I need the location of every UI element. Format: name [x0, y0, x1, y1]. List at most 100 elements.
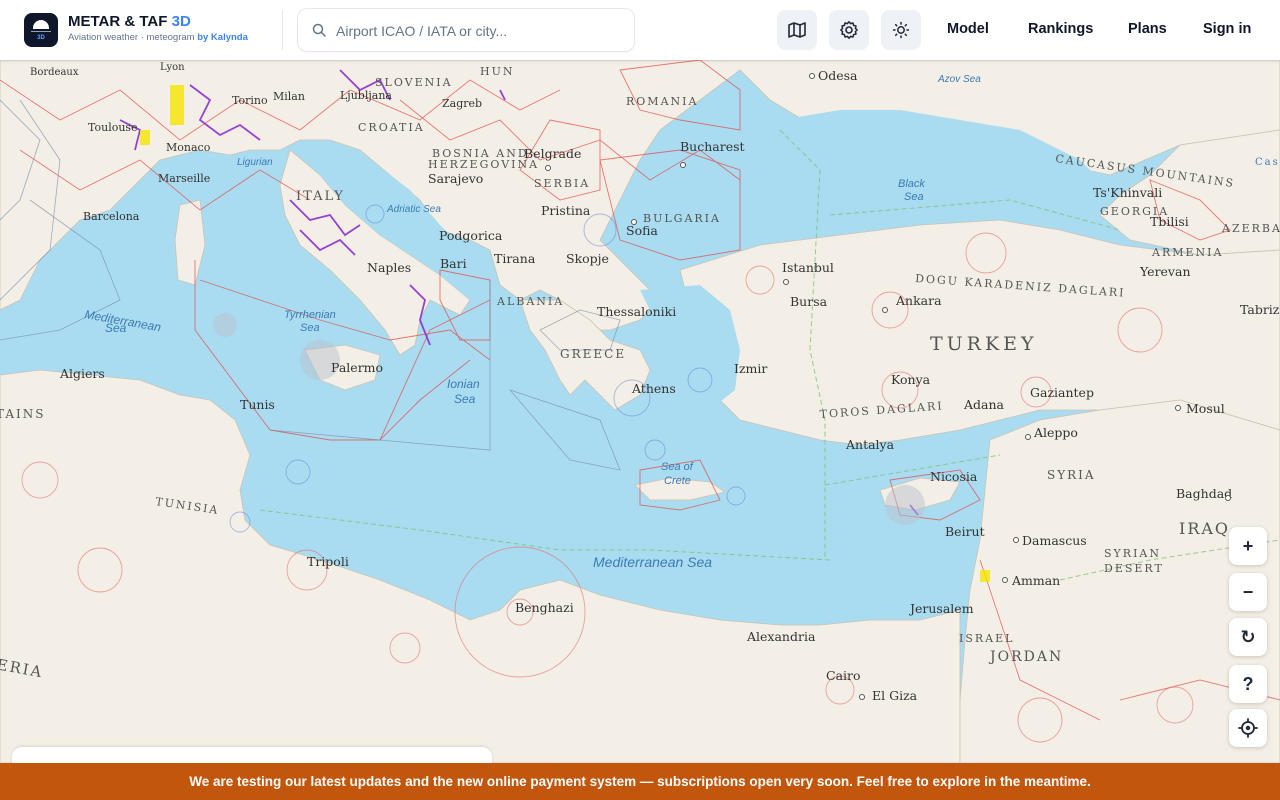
country-israel: ISRAEL — [959, 632, 1014, 645]
city-bursa: Bursa — [790, 294, 828, 309]
city-yerevan: Yerevan — [1139, 264, 1191, 279]
country-serbia: SERBIA — [534, 177, 590, 190]
city-antalya: Antalya — [845, 437, 895, 452]
map-icon — [788, 22, 806, 38]
city-jerusalem: Jerusalem — [908, 601, 974, 616]
theme-toggle-button[interactable] — [881, 10, 921, 50]
country-bosnia-2: HERZEGOVINA — [428, 158, 539, 171]
city-milan: Milan — [273, 90, 305, 103]
app-subtitle: Aviation weather · meteogram by Kalynda — [68, 32, 248, 43]
app-logo[interactable]: 3D — [24, 13, 58, 47]
country-slovenia: SLOVENIA — [375, 76, 453, 89]
settings-button[interactable] — [829, 10, 869, 50]
sea-adriatic: Adriatic Sea — [386, 204, 441, 215]
city-beirut: Beirut — [945, 524, 985, 539]
city-tabriz: Tabriz — [1240, 302, 1280, 317]
header-divider — [282, 10, 283, 50]
country-bulgaria: BULGARIA — [643, 212, 721, 225]
country-armenia: ARMENIA — [1151, 246, 1223, 259]
sea-tyrrhenian-1: Tyrrhenian — [284, 309, 336, 321]
country-hun: HUN — [480, 65, 515, 78]
logo-tag: 3D — [37, 35, 45, 41]
country-italy: ITALY — [296, 189, 345, 204]
city-ankara: Ankara — [895, 293, 942, 308]
app-subtitle-text: Aviation weather · meteogram — [68, 32, 195, 43]
country-romania: ROMANIA — [626, 95, 698, 108]
city-lyon: Lyon — [160, 62, 185, 73]
announcement-banner: We are testing our latest updates and th… — [0, 763, 1280, 800]
map-layers-button[interactable] — [777, 10, 817, 50]
map-svg[interactable]: Odesa Bucharest Belgrade Sarajevo Pristi… — [0, 60, 1280, 763]
city-tirana: Tirana — [494, 251, 536, 266]
city-torino: Torino — [232, 94, 268, 107]
region-syrian-1: SYRIAN — [1104, 547, 1161, 560]
sea-ionian-1: Ionian — [447, 377, 480, 391]
city-athens: Athens — [631, 381, 676, 396]
country-georgia: GEORGIA — [1100, 205, 1169, 218]
city-toulouse: Toulouse — [88, 121, 138, 134]
sea-mediterranean-west-2: Sea — [105, 321, 127, 335]
app-title-main: METAR & TAF — [68, 13, 168, 30]
city-mosul: Mosul — [1186, 401, 1225, 416]
city-tskhinvali: Ts'Khinvali — [1093, 185, 1162, 200]
nav-sign-in[interactable]: Sign in — [1203, 21, 1251, 37]
city-benghazi: Benghazi — [515, 600, 574, 615]
city-baghdad: Baghdad — [1176, 486, 1232, 501]
city-adana: Adana — [963, 397, 1005, 412]
search-icon — [312, 23, 326, 37]
city-sofia: Sofia — [626, 223, 658, 238]
city-istanbul: Istanbul — [782, 260, 834, 275]
zoom-in-button[interactable]: + — [1229, 527, 1267, 565]
zoom-out-button[interactable]: − — [1229, 573, 1267, 611]
city-bucharest: Bucharest — [680, 139, 745, 154]
city-alexandria: Alexandria — [746, 629, 816, 644]
city-palermo: Palermo — [331, 360, 383, 375]
minus-icon: − — [1242, 581, 1254, 602]
nav-rankings[interactable]: Rankings — [1028, 21, 1093, 37]
region-caspian: Casp — [1255, 157, 1280, 168]
reset-view-button[interactable]: ↻ — [1229, 618, 1267, 656]
help-icon: ? — [1242, 673, 1254, 694]
city-amman: Amman — [1011, 573, 1060, 588]
sea-black-2: Sea — [904, 191, 924, 203]
map-canvas[interactable]: Odesa Bucharest Belgrade Sarajevo Pristi… — [0, 60, 1280, 763]
city-skopje: Skopje — [566, 251, 609, 266]
city-bari: Bari — [440, 256, 467, 271]
city-thessaloniki: Thessaloniki — [597, 304, 676, 319]
city-algiers: Algiers — [59, 366, 105, 381]
country-azerbaijan: AZERBAIJ — [1221, 222, 1280, 235]
country-syria: SYRIA — [1047, 468, 1096, 482]
app-header: 3D METAR & TAF 3D Aviation weather · met… — [0, 0, 1280, 60]
city-cairo: Cairo — [826, 668, 861, 683]
nav-model[interactable]: Model — [947, 21, 989, 37]
country-jordan: JORDAN — [988, 649, 1063, 665]
city-nicosia: Nicosia — [930, 469, 978, 484]
country-albania: ALBANIA — [496, 295, 564, 308]
app-title[interactable]: METAR & TAF 3D — [68, 13, 191, 30]
nav-plans[interactable]: Plans — [1128, 21, 1167, 37]
sea-tyrrhenian-2: Sea — [300, 322, 320, 334]
search-box[interactable] — [297, 8, 635, 52]
city-tunis: Tunis — [240, 397, 275, 412]
sea-black-1: Black — [898, 178, 925, 190]
rotate-icon: ↻ — [1240, 626, 1256, 647]
country-turkey: TURKEY — [930, 333, 1038, 355]
city-odesa: Odesa — [818, 68, 858, 83]
city-zagreb: Zagreb — [442, 97, 482, 110]
city-tripoli: Tripoli — [307, 554, 349, 569]
city-gaziantep: Gaziantep — [1030, 385, 1094, 400]
app-title-accent: 3D — [171, 13, 191, 30]
city-naples: Naples — [367, 260, 411, 275]
city-damascus: Damascus — [1022, 533, 1087, 548]
app-subtitle-author[interactable]: by Kalynda — [197, 32, 248, 43]
locate-button[interactable] — [1229, 709, 1267, 747]
help-button[interactable]: ? — [1229, 665, 1267, 703]
city-monaco: Monaco — [166, 141, 211, 154]
announcement-text: We are testing our latest updates and th… — [189, 774, 1091, 789]
sea-crete-1: Sea of — [661, 461, 694, 473]
sea-crete-2: Crete — [664, 475, 691, 487]
search-input[interactable] — [336, 19, 626, 43]
sea-ionian-2: Sea — [454, 392, 476, 406]
sea-ligurian: Ligurian — [237, 157, 273, 168]
city-podgorica: Podgorica — [439, 228, 503, 243]
